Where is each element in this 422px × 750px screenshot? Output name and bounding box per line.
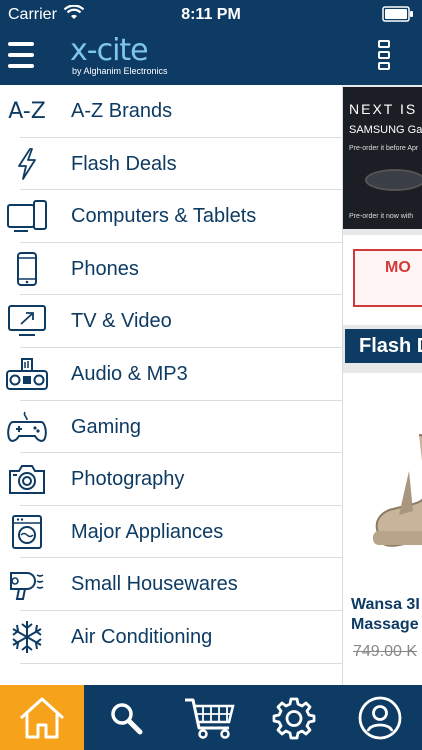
menu-item-label: A-Z Brands [71,100,173,122]
promo-sign: MO [353,249,422,307]
cart-icon [185,698,235,739]
battery-icon [382,6,413,22]
search-icon [111,702,143,734]
snowflake-icon [6,620,48,654]
side-menu: A-Z A-Z Brands Flash Deals Computers & T… [0,85,343,685]
menu-toggle-button[interactable] [8,42,34,72]
menu-item-label: Phones [71,257,139,280]
menu-item-flash-deals[interactable]: Flash Deals [0,138,342,191]
tab-home[interactable] [0,685,84,750]
menu-item-photography[interactable]: Photography [0,453,342,506]
tv-icon [6,304,48,338]
az-icon: A-Z [8,98,46,124]
boombox-icon [6,357,48,391]
menu-item-az-brands[interactable]: A-Z A-Z Brands [0,85,342,138]
logo-word: x-cite [70,33,149,68]
computer-tablet-icon [6,199,48,233]
product-card[interactable]: Wansa 3I Massage 749.00 K [343,373,422,685]
washing-machine-icon [6,514,48,549]
menu-item-label: Gaming [71,415,142,438]
clock: 8:11 PM [181,6,241,23]
tab-account[interactable] [338,685,422,750]
gamepad-icon [6,410,48,444]
top-bar: Carrier 8:11 PM x-cite by Alghanim Elect… [0,0,422,85]
home-content-peek[interactable]: NEXT IS SAMSUNG Galax Pre-order it befor… [343,85,422,685]
menu-item-tv-video[interactable]: TV & Video [0,295,342,348]
menu-item-label: Computers & Tablets [71,205,257,228]
menu-item-audio-mp3[interactable]: Audio & MP3 [0,348,342,401]
camera-icon [6,462,48,496]
tab-settings[interactable] [252,685,336,750]
lightning-icon [6,147,48,181]
product-old-price: 749.00 K [353,643,418,660]
more-options-button[interactable] [378,40,392,74]
product-name: Wansa 3I Massage [351,596,420,633]
menu-item-label: Audio & MP3 [71,362,188,385]
massage-chair-image [373,434,422,547]
tab-search[interactable] [84,685,168,750]
menu-item-small-housewares[interactable]: Small Housewares [0,558,342,611]
user-icon [358,696,402,739]
menu-item-label: Photography [71,468,185,491]
gear-icon [272,697,316,739]
promo-banner[interactable]: NEXT IS SAMSUNG Galax Pre-order it befor… [343,87,422,229]
menu-item-label: Flash Deals [71,152,177,175]
hair-dryer-icon [6,567,48,601]
menu-item-label: TV & Video [71,310,172,333]
menu-item-air-conditioning[interactable]: Air Conditioning [0,611,342,664]
tab-bar [0,685,422,750]
status-bar: Carrier 8:11 PM [0,0,422,30]
menu-item-major-appliances[interactable]: Major Appliances [0,506,342,559]
menu-item-label: Small Housewares [71,573,238,596]
flash-deals-header[interactable]: Flash D [345,329,422,363]
menu-item-phones[interactable]: Phones [0,243,342,296]
menu-item-computers-tablets[interactable]: Computers & Tablets [0,190,342,243]
menu-item-gaming[interactable]: Gaming [0,401,342,454]
promo-tile[interactable]: MO [343,235,422,325]
wireless-charger-image [365,169,422,191]
logo[interactable]: x-cite by Alghanim Electronics [70,36,190,80]
home-icon [19,697,65,738]
tab-cart[interactable] [168,685,252,750]
phone-icon [6,251,48,286]
menu-item-label: Air Conditioning [71,625,213,648]
logo-subtitle: by Alghanim Electronics [72,66,168,76]
menu-item-label: Major Appliances [71,520,224,543]
